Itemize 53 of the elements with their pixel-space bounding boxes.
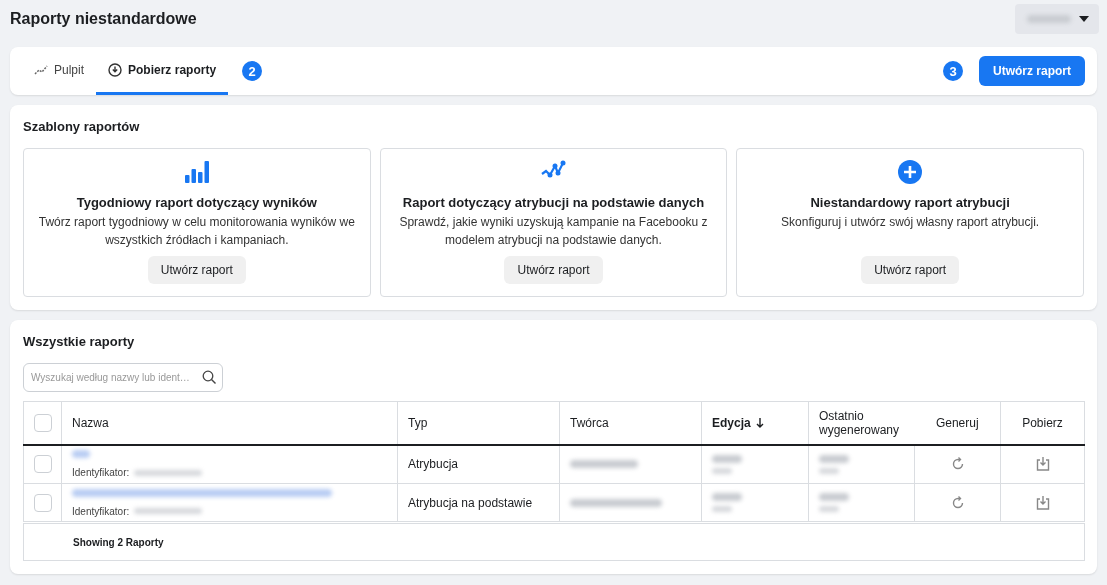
table-footer: Showing 2 Raporty: [23, 522, 1085, 561]
section-title: Wszystkie raporty: [23, 334, 136, 349]
blurred-text: [712, 454, 742, 463]
column-header[interactable]: Edycja: [712, 415, 764, 430]
checkbox[interactable]: [34, 493, 52, 512]
blurred-text: [570, 460, 638, 469]
trend-icon: [34, 63, 48, 76]
step-marker: 2: [242, 61, 263, 81]
blurred-text: [712, 493, 742, 501]
checkbox[interactable]: [34, 455, 52, 474]
template-description: Skonfiguruj i utwórz swój własny raport atrybucji.: [781, 214, 1040, 231]
blurred-text: [72, 450, 90, 459]
checkbox[interactable]: [34, 413, 52, 432]
tab[interactable]: Pulpit: [22, 47, 97, 95]
download-icon: [108, 62, 123, 77]
column-header[interactable]: Pobierz: [1011, 415, 1074, 430]
section-title: Szablony raportów: [23, 119, 141, 134]
blurred-text: [134, 469, 203, 476]
tab[interactable]: Pobierz raporty: [96, 47, 229, 95]
download-icon: [1034, 494, 1051, 511]
create-report-button[interactable]: Utwórz raport: [504, 256, 603, 284]
create-report-button[interactable]: Utwórz raport: [147, 256, 246, 284]
column-header[interactable]: Twórca: [570, 415, 691, 430]
blurred-text: [819, 506, 839, 512]
sort-down-icon: [755, 417, 764, 428]
create-report-button[interactable]: Utwórz raport: [979, 56, 1085, 86]
template-description: Twórz raport tygodniowy w celu monitorowania wyników we wszystkich źródłach i kampaniach.: [37, 214, 356, 249]
blurred-text: [134, 508, 203, 514]
template-description: Sprawdź, jakie wyniki uzyskują kampanie na Facebooku z modelem atrybucji na podstawie danych.: [398, 214, 709, 249]
table-cell: Atrybucja: [397, 444, 560, 484]
page-title: Raporty niestandardowe: [10, 9, 197, 28]
id-label: Identyfikator:: [72, 467, 130, 479]
create-report-button[interactable]: Utwórz raport: [861, 256, 960, 284]
id-label: Identyfikator:: [72, 505, 130, 517]
column-header[interactable]: Generuj: [924, 415, 990, 430]
blurred-text: [819, 493, 849, 501]
download-icon: [1034, 456, 1051, 473]
bar-chart-icon: [183, 159, 210, 185]
caret-icon: [1079, 15, 1089, 22]
blurred-text: [712, 467, 732, 474]
add-icon: [897, 159, 924, 185]
template-title: Niestandardowy raport atrybucji: [810, 195, 1010, 210]
blurred-text: [819, 454, 849, 463]
template-title: Raport dotyczący atrybucji na podstawie danych: [402, 195, 705, 210]
step-marker: 3: [943, 61, 963, 81]
column-header[interactable]: Typ: [408, 415, 549, 430]
search-icon: [202, 370, 217, 385]
column-header[interactable]: Ostatnio wygenerowany: [819, 408, 905, 437]
blurred-text: [712, 506, 732, 512]
search-field[interactable]: Wyszukaj według nazwy lub ident…: [23, 363, 223, 392]
template-title: Tygodniowy raport dotyczący wyników: [76, 195, 317, 210]
column-header[interactable]: Nazwa: [72, 415, 387, 430]
blurred-text: [819, 467, 839, 474]
